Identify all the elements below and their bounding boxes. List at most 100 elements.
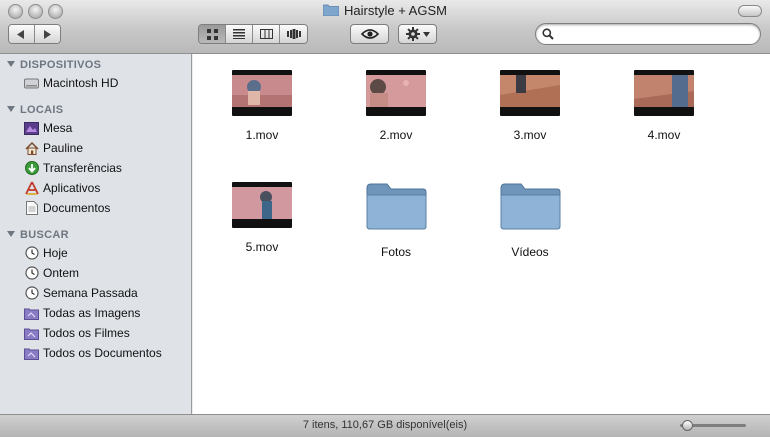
icon-size-slider[interactable] (680, 420, 746, 431)
sidebar-item-label: Todas as Imagens (43, 306, 141, 320)
search-field[interactable] (535, 23, 761, 45)
desktop-icon (24, 121, 39, 136)
sidebar-item-label: Macintosh HD (43, 76, 119, 90)
sidebar-item-mesa[interactable]: Mesa (24, 118, 190, 138)
file-name: 5.mov (245, 240, 279, 254)
nav-buttons (8, 24, 61, 44)
toolbar: Hairstyle + AGSM (0, 0, 770, 54)
sidebar-item-label: Hoje (43, 246, 68, 260)
clock-icon (24, 266, 39, 281)
sidebar-item-label: Pauline (43, 141, 84, 155)
sidebar-item-hoje[interactable]: Hoje (24, 243, 190, 263)
sidebar-item-documentos[interactable]: Documentos (24, 198, 190, 218)
status-text: 7 itens, 110,67 GB disponível(eis) (302, 419, 468, 431)
smart-folder-icon (24, 326, 39, 341)
disclosure-triangle-icon (7, 231, 15, 237)
folder-icon (323, 4, 340, 16)
search-icon (542, 28, 554, 40)
section-title: BUSCAR (20, 229, 69, 241)
folder-item-videos[interactable]: Vídeos (470, 182, 590, 259)
folder-name: Vídeos (511, 245, 549, 259)
sidebar-item-semana-passada[interactable]: Semana Passada (24, 283, 190, 303)
sidebar-section-places[interactable]: LOCAIS (7, 104, 63, 116)
sidebar-item-todas-as-imagens[interactable]: Todas as Imagens (24, 303, 190, 323)
sidebar-item-macintosh-hd[interactable]: Macintosh HD (24, 73, 190, 93)
forward-button[interactable] (34, 25, 60, 43)
file-item-1-mov[interactable]: 1.mov (202, 70, 322, 142)
cover-flow-icon (286, 29, 301, 39)
toolbar-toggle-button[interactable] (738, 5, 762, 17)
icon-view-icon (206, 28, 218, 40)
slider-knob[interactable] (682, 420, 693, 431)
cover-flow-button[interactable] (280, 25, 307, 43)
section-title: DISPOSITIVOS (20, 59, 102, 71)
file-name: 1.mov (245, 128, 279, 142)
file-item-4-mov[interactable]: 4.mov (604, 70, 724, 142)
finder-window: Hairstyle + AGSM DISPOSITIVOS Macintosh … (0, 0, 770, 437)
quick-look-button[interactable] (350, 24, 389, 44)
list-view-icon (233, 29, 245, 39)
column-view-icon (259, 29, 273, 39)
section-title: LOCAIS (20, 104, 64, 116)
icon-view-button[interactable] (199, 25, 226, 43)
action-menu-button[interactable] (398, 24, 437, 44)
smart-folder-icon (24, 306, 39, 321)
sidebar-item-label: Mesa (43, 121, 73, 135)
file-name: 3.mov (513, 128, 547, 142)
window-title-text: Hairstyle + AGSM (344, 3, 447, 18)
applications-icon (24, 181, 39, 196)
search-input[interactable] (556, 26, 756, 44)
sidebar-item-todos-os-filmes[interactable]: Todos os Filmes (24, 323, 190, 343)
file-item-2-mov[interactable]: 2.mov (336, 70, 456, 142)
clock-icon (24, 286, 39, 301)
downloads-icon (24, 161, 39, 176)
folder-item-fotos[interactable]: Fotos (336, 182, 456, 259)
list-view-button[interactable] (226, 25, 253, 43)
sidebar-item-label: Ontem (43, 266, 80, 280)
sidebar-item-label: Semana Passada (43, 286, 138, 300)
back-arrow-icon (17, 29, 25, 39)
chevron-down-icon (422, 31, 430, 37)
view-mode-selector (198, 24, 308, 44)
file-item-3-mov[interactable]: 3.mov (470, 70, 590, 142)
sidebar-section-search[interactable]: BUSCAR (7, 229, 69, 241)
gear-icon (405, 27, 420, 41)
sidebar-item-label: Aplicativos (43, 181, 101, 195)
sidebar-section-devices[interactable]: DISPOSITIVOS (7, 59, 101, 71)
sidebar-item-label: Todos os Filmes (43, 326, 130, 340)
disclosure-triangle-icon (7, 106, 15, 112)
disclosure-triangle-icon (7, 61, 15, 67)
back-button[interactable] (9, 25, 35, 43)
movie-thumbnail-icon (232, 70, 292, 116)
clock-icon (24, 246, 39, 261)
movie-thumbnail-icon (500, 70, 560, 116)
file-browser: 1.mov 2.mov 3.mov 4.mov 5.mov Fotos Víde… (193, 54, 770, 414)
file-name: 4.mov (647, 128, 681, 142)
file-name: 2.mov (379, 128, 413, 142)
sidebar-item-label: Documentos (43, 201, 111, 215)
home-icon (24, 141, 39, 156)
movie-thumbnail-icon (232, 182, 292, 228)
status-bar: 7 itens, 110,67 GB disponível(eis) (0, 414, 770, 437)
file-item-5-mov[interactable]: 5.mov (202, 182, 322, 254)
sidebar: DISPOSITIVOS Macintosh HD LOCAIS Mesa Pa… (0, 54, 192, 414)
movie-thumbnail-icon (366, 70, 426, 116)
sidebar-item-aplicativos[interactable]: Aplicativos (24, 178, 190, 198)
folder-name: Fotos (380, 245, 411, 259)
smart-folder-icon (24, 346, 39, 361)
sidebar-item-ontem[interactable]: Ontem (24, 263, 190, 283)
folder-icon (500, 183, 561, 230)
documents-icon (24, 201, 39, 216)
sidebar-item-label: Transferências (43, 161, 122, 175)
sidebar-item-label: Todos os Documentos (43, 346, 162, 360)
window-title: Hairstyle + AGSM (0, 3, 770, 18)
hard-drive-icon (24, 76, 39, 91)
forward-arrow-icon (44, 29, 52, 39)
sidebar-item-pauline[interactable]: Pauline (24, 138, 190, 158)
movie-thumbnail-icon (634, 70, 694, 116)
folder-icon (366, 183, 427, 230)
sidebar-item-todos-os-documentos[interactable]: Todos os Documentos (24, 343, 190, 363)
sidebar-item-transferencias[interactable]: Transferências (24, 158, 190, 178)
eye-icon (360, 29, 379, 39)
column-view-button[interactable] (253, 25, 280, 43)
